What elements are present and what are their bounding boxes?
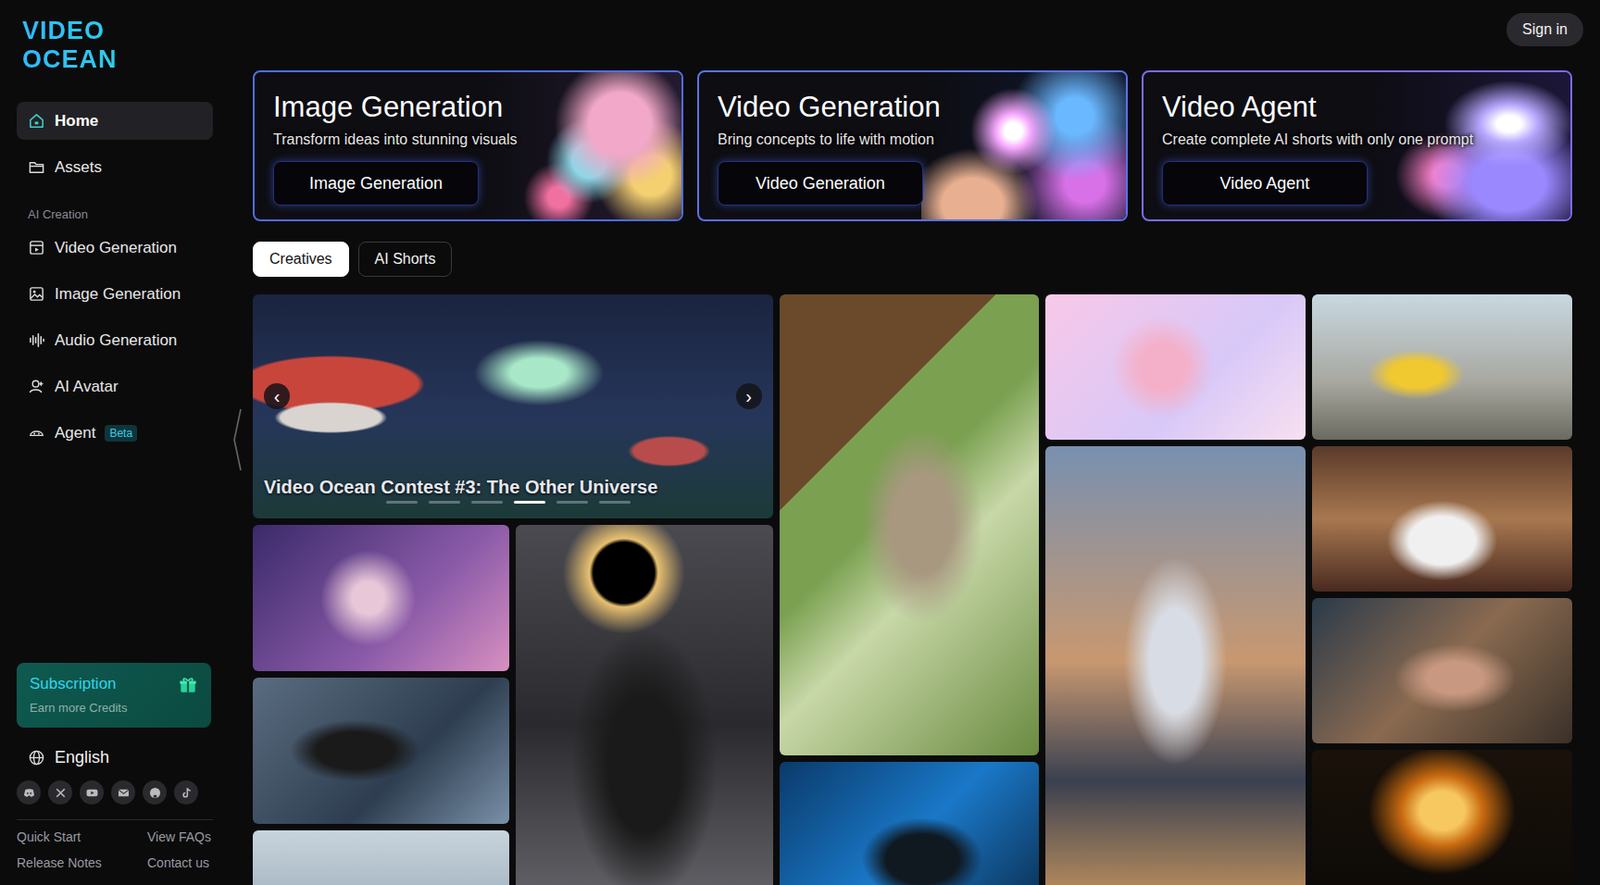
globe-icon [27, 749, 46, 767]
gallery: Video Ocean Contest #3: The Other Univer… [252, 294, 1573, 885]
top-bar: Sign in [252, 12, 1584, 47]
card-subtitle: Transform ideas into stunning visuals [273, 131, 518, 149]
beta-badge: Beta [104, 425, 138, 442]
nav: Home Assets AI CreationVideo Generation Ima… [16, 101, 213, 461]
sign-in-button[interactable]: Sign in [1506, 12, 1584, 47]
gallery-tile[interactable] [1312, 750, 1573, 885]
tiktok-icon[interactable] [174, 780, 199, 805]
gallery-tile[interactable] [1312, 446, 1573, 592]
subscription-title: Subscription [29, 675, 127, 694]
main-content: Sign in Image Generation Transform ideas i… [222, 0, 1600, 885]
carousel-dot[interactable] [471, 500, 503, 504]
subscription-subtitle: Earn more Credits [29, 700, 127, 715]
card-artwork [921, 72, 1126, 220]
youtube-icon[interactable] [79, 780, 104, 805]
gallery-tile[interactable] [252, 677, 510, 825]
video-icon [27, 238, 46, 257]
mail-icon[interactable] [111, 780, 136, 805]
sidebar: VIDEO OCEAN Home Assets AI CreationVideo Ge… [0, 0, 223, 885]
card-title: Video Agent [1162, 90, 1317, 125]
subscription-card[interactable]: Subscription Earn more Credits [16, 662, 212, 728]
github-icon[interactable] [142, 780, 167, 805]
collapse-chevron-icon [231, 407, 243, 473]
sidebar-item[interactable]: AI Avatar [16, 367, 213, 406]
carousel-dot[interactable] [386, 500, 418, 504]
tab[interactable]: Creatives [252, 241, 350, 277]
logo[interactable]: VIDEO OCEAN [16, 14, 213, 75]
sidebar-item[interactable]: Assets [16, 148, 213, 187]
card-title: Image Generation [273, 90, 503, 125]
footer-link[interactable]: Contact us [147, 855, 212, 871]
gallery-tile[interactable] [1045, 446, 1306, 885]
image-icon [27, 285, 46, 303]
feature-cards: Image Generation Transform ideas into stu… [252, 70, 1573, 222]
card-button[interactable]: Video Generation [717, 161, 924, 206]
x-logo-icon[interactable] [48, 780, 73, 805]
feature-card[interactable]: Video Agent Create complete AI shorts wit… [1141, 70, 1573, 222]
carousel-dot[interactable] [513, 500, 546, 504]
carousel-title: Video Ocean Contest #3: The Other Univer… [263, 476, 658, 499]
language-selector[interactable]: English [16, 727, 213, 777]
gallery-tile[interactable] [252, 525, 510, 672]
carousel-next-button[interactable]: › [736, 383, 763, 410]
card-title: Video Generation [717, 90, 941, 125]
footer-link[interactable]: Release Notes [16, 855, 148, 871]
carousel-prev-button[interactable]: ‹ [263, 383, 290, 410]
sidebar-item[interactable]: Video Generation [16, 228, 213, 267]
avatar-icon [27, 377, 46, 396]
card-button[interactable]: Image Generation [273, 161, 479, 206]
sidebar-item[interactable]: Image Generation [16, 275, 213, 313]
gallery-tile[interactable] [515, 525, 773, 885]
feature-card[interactable]: Image Generation Transform ideas into stu… [252, 70, 684, 222]
gift-icon [177, 675, 199, 696]
gallery-tile[interactable] [1312, 598, 1573, 744]
section-label: AI Creation [16, 194, 213, 229]
discord-icon[interactable] [16, 780, 41, 805]
gallery-tile[interactable] [779, 762, 1040, 885]
tab[interactable]: AI Shorts [358, 241, 453, 277]
gallery-tile[interactable] [1312, 294, 1573, 440]
sidebar-item[interactable]: Home [16, 101, 213, 140]
agent-icon [27, 424, 46, 442]
footer-link[interactable]: Quick Start [16, 829, 148, 845]
carousel-dot[interactable] [428, 500, 461, 504]
sidebar-item[interactable]: AgentBeta [16, 413, 213, 452]
folder-icon [27, 158, 46, 176]
audio-wave-icon [27, 331, 46, 350]
carousel-dots [386, 500, 631, 504]
feature-card[interactable]: Video Generation Bring concepts to life w… [697, 70, 1128, 222]
carousel-dot[interactable] [599, 500, 631, 504]
social-links [16, 776, 213, 809]
collapse-handle[interactable] [231, 407, 243, 473]
carousel-dot[interactable] [556, 500, 588, 504]
card-subtitle: Create complete AI shorts with only one … [1162, 131, 1474, 149]
card-button[interactable]: Video Agent [1162, 161, 1368, 206]
app-page: VIDEO OCEANHomeAssetsAI CreationVideo Ge… [0, 0, 1600, 885]
gallery-tile[interactable] [779, 294, 1040, 756]
card-subtitle: Bring concepts to life with motion [717, 131, 935, 149]
tabs: CreativesAI Shorts [252, 241, 1573, 277]
footer-link[interactable]: View FAQs [147, 829, 212, 845]
sidebar-item[interactable]: Audio Generation [16, 321, 213, 360]
home-icon [27, 112, 46, 130]
gallery-tile[interactable] [1045, 294, 1306, 440]
gallery-tile[interactable] [252, 830, 510, 885]
footer-links: Quick StartView FAQs Release NotesContact… [16, 829, 213, 871]
contest-carousel[interactable]: Video Ocean Contest #3: The Other Univer… [252, 294, 774, 519]
